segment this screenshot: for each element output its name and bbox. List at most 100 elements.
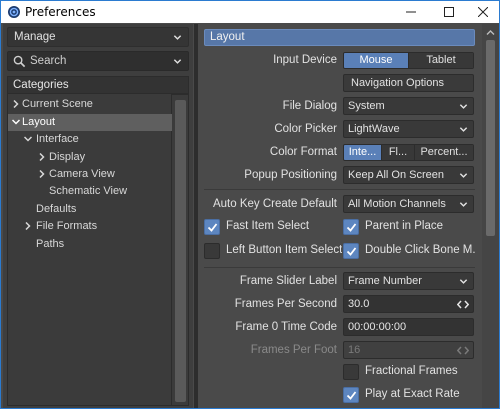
settings-scrollbar-thumb[interactable] (486, 40, 495, 236)
chevron-right-icon[interactable] (38, 170, 46, 178)
tree-item-current-scene[interactable]: Current Scene (8, 96, 172, 113)
frame-slider-label-value: Frame Number (348, 275, 422, 287)
frames-per-second-field[interactable]: 30.0 (343, 295, 474, 313)
frames-per-foot-label: Frames Per Foot (250, 344, 337, 356)
search-input[interactable] (30, 53, 170, 69)
chevron-down-icon[interactable] (12, 118, 20, 126)
tree-scrollbar[interactable] (172, 94, 189, 406)
spinner-arrows-icon (457, 346, 469, 355)
tree-item-display[interactable]: Display (8, 149, 172, 166)
title-bar[interactable]: Preferences (1, 1, 499, 23)
checkmark-icon (346, 391, 357, 400)
parent-in-place-label: Parent in Place (365, 220, 443, 232)
navigation-options-button[interactable]: Navigation Options (343, 74, 474, 92)
file-dialog-value: System (348, 100, 385, 112)
search-icon (13, 55, 26, 68)
popup-positioning-value: Keep All On Screen (348, 169, 445, 181)
play-at-exact-rate-checkbox-row[interactable]: Play at Exact Rate (343, 387, 475, 405)
minimize-button[interactable] (395, 1, 427, 23)
tree-item-paths[interactable]: Paths (8, 236, 172, 253)
frame-0-time-code-value: 00:00:00:00 (348, 321, 407, 333)
input-device-tablet-option[interactable]: Tablet (409, 53, 473, 68)
minimize-icon (406, 11, 416, 13)
fractional-frames-checkbox[interactable] (343, 364, 359, 380)
input-device-label: Input Device (273, 54, 337, 66)
chevron-right-icon[interactable] (12, 100, 20, 108)
parent-in-place-checkbox-row[interactable]: Parent in Place (343, 219, 475, 237)
search-field[interactable] (7, 51, 189, 71)
close-icon (478, 7, 488, 17)
color-format-percent-option[interactable]: Percent... (415, 145, 473, 160)
manage-dropdown[interactable]: Manage (7, 27, 189, 47)
chevron-right-icon[interactable] (24, 222, 32, 230)
file-dialog-label: File Dialog (282, 100, 337, 112)
chevron-down-icon (173, 35, 182, 40)
tree-item-label: Display (49, 151, 86, 163)
input-device-toggle: Mouse Tablet (343, 52, 474, 69)
spinner-arrows-icon[interactable] (457, 300, 469, 309)
tree-item-schematic-view[interactable]: Schematic View (8, 183, 172, 200)
tree-item-label: File Formats (36, 220, 98, 232)
tree-item-camera-view[interactable]: Camera View (8, 166, 172, 183)
tree-item-defaults[interactable]: Defaults (8, 201, 172, 218)
tree-item-label: Interface (36, 133, 79, 145)
play-at-exact-rate-checkbox[interactable] (343, 387, 359, 403)
frames-per-foot-value: 16 (348, 344, 361, 356)
close-button[interactable] (467, 1, 499, 23)
tree-item-label: Camera View (49, 168, 115, 180)
color-format-integer-option[interactable]: Inte... (344, 145, 382, 160)
popup-positioning-label: Popup Positioning (244, 169, 337, 181)
section-divider (204, 189, 475, 190)
color-format-float-option[interactable]: Fl... (382, 145, 415, 160)
file-dialog-select[interactable]: System (343, 97, 474, 115)
tree-item-file-formats[interactable]: File Formats (8, 218, 172, 235)
auto-key-create-default-value: All Motion Channels (348, 198, 446, 210)
parent-in-place-checkbox[interactable] (343, 219, 359, 235)
maximize-button[interactable] (433, 1, 465, 23)
checkmark-icon (346, 223, 357, 232)
fast-item-select-label: Fast Item Select (226, 220, 310, 232)
input-device-mouse-option[interactable]: Mouse (344, 53, 409, 68)
chevron-down-icon (459, 202, 468, 207)
color-format-label: Color Format (269, 146, 337, 158)
double-click-bone-mode-checkbox-row[interactable]: Double Click Bone M... (343, 243, 475, 261)
double-click-bone-mode-checkbox[interactable] (343, 243, 359, 259)
tree-item-label: Paths (36, 238, 65, 250)
tree-item-label: Current Scene (22, 98, 93, 110)
color-picker-value: LightWave (348, 123, 400, 135)
chevron-down-icon[interactable] (173, 57, 182, 66)
frame-slider-label-label: Frame Slider Label (239, 275, 337, 287)
tree-item-label: Layout (22, 116, 56, 128)
chevron-right-icon[interactable] (38, 153, 46, 161)
tree-item-interface[interactable]: Interface (8, 131, 172, 148)
frame-slider-label-select[interactable]: Frame Number (343, 272, 474, 290)
sidebar: Manage Categories Current Scene Layout I… (3, 24, 193, 408)
settings-scrollbar[interactable] (482, 24, 499, 408)
chevron-down-icon (459, 127, 468, 132)
fast-item-select-checkbox[interactable] (204, 219, 220, 235)
popup-positioning-select[interactable]: Keep All On Screen (343, 166, 474, 184)
category-tree: Current Scene Layout Interface Display C… (7, 94, 172, 406)
left-button-item-select-checkbox-row[interactable]: Left Button Item Select (204, 243, 342, 261)
chevron-down-icon[interactable] (24, 135, 32, 143)
left-button-item-select-checkbox[interactable] (204, 243, 220, 259)
frame-0-time-code-field[interactable]: 00:00:00:00 (343, 318, 474, 336)
chevron-down-icon (459, 279, 468, 284)
fractional-frames-checkbox-row[interactable]: Fractional Frames (343, 364, 475, 382)
chevron-down-icon (459, 104, 468, 109)
color-picker-label: Color Picker (274, 123, 337, 135)
color-picker-select[interactable]: LightWave (343, 120, 474, 138)
fast-item-select-checkbox-row[interactable]: Fast Item Select (204, 219, 338, 237)
scroll-up-arrow-icon[interactable] (486, 29, 495, 36)
section-header-layout[interactable]: Layout (204, 29, 475, 46)
color-format-toggle: Inte... Fl... Percent... (343, 144, 474, 161)
checkmark-icon (207, 223, 218, 232)
window-title: Preferences (25, 5, 96, 19)
manage-label: Manage (14, 31, 56, 43)
tree-scrollbar-thumb[interactable] (175, 100, 186, 402)
tree-item-layout[interactable]: Layout (8, 114, 172, 131)
play-at-exact-rate-label: Play at Exact Rate (365, 388, 460, 400)
auto-key-create-default-select[interactable]: All Motion Channels (343, 195, 474, 213)
frames-per-second-label: Frames Per Second (234, 298, 337, 310)
preferences-window: Preferences Manage Categories Current Sc… (0, 0, 500, 409)
